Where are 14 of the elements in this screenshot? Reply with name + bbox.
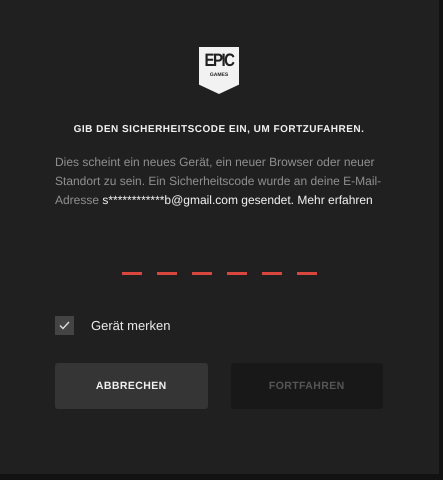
learn-more-link[interactable]: Mehr erfahren bbox=[297, 193, 373, 207]
heading: GIB DEN SICHERHEITSCODE EIN, UM FORTZUFAHREN. bbox=[72, 124, 366, 135]
remember-checkbox[interactable] bbox=[55, 316, 74, 335]
code-digit-field[interactable] bbox=[156, 272, 176, 274]
check-icon bbox=[59, 321, 70, 330]
code-digit-field[interactable] bbox=[296, 272, 316, 274]
logo-wordmark: EPIC bbox=[204, 51, 234, 71]
code-digit-field[interactable] bbox=[226, 272, 246, 274]
code-digit-field[interactable] bbox=[262, 272, 282, 274]
code-digit-field[interactable] bbox=[122, 272, 142, 274]
remember-label: Gerät merken bbox=[91, 318, 170, 333]
message-text: Dies scheint ein neues Gerät, ein neuer Browser oder neuer Standort zu sein. Ein Sicherheitscode wurde an deine E-Mail-Adresse s************b@gmail.com gesendet. Mehr erfahren bbox=[55, 154, 382, 209]
cancel-button[interactable]: ABBRECHEN bbox=[55, 363, 208, 409]
code-digit-field[interactable] bbox=[192, 272, 212, 274]
